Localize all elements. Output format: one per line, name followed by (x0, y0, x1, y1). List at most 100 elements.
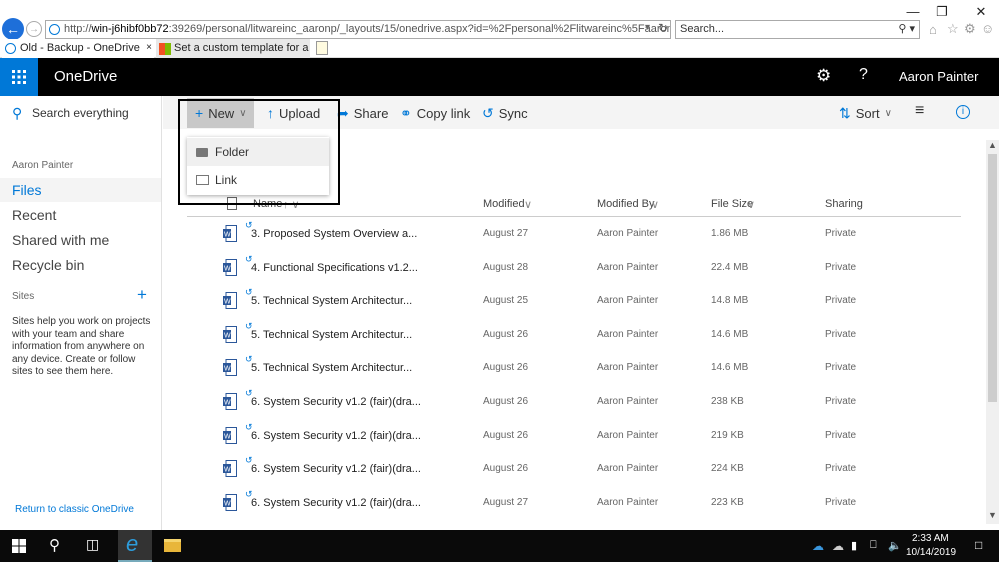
nav-item-files[interactable]: Files (12, 182, 42, 198)
sync-button[interactable]: ↺ Sync (482, 105, 528, 122)
close-window-button[interactable]: ✕ (971, 4, 991, 20)
clock-date[interactable]: 10/14/2019 (906, 547, 956, 558)
file-row[interactable]: W ↺ 6. System Security v1.2 (fair)(dra... A… (187, 453, 961, 486)
file-name[interactable]: 6. System Security v1.2 (fair)(dra... (251, 396, 421, 408)
return-classic-link[interactable]: Return to classic OneDrive (15, 504, 134, 515)
tab-close-icon[interactable]: × (146, 39, 152, 57)
task-view-icon[interactable]: ◫ (86, 536, 99, 553)
view-options-icon[interactable]: ≡ (915, 102, 924, 120)
file-modified-by[interactable]: Aaron Painter (597, 228, 658, 239)
file-row[interactable]: W ↺ 6. System Security v1.2 (fair)(dra... A… (187, 487, 961, 520)
svg-text:W: W (224, 467, 231, 474)
file-size: 224 KB (711, 463, 744, 475)
sort-button[interactable]: ⇅ Sort ∨ (839, 105, 892, 122)
app-launcher-icon[interactable] (0, 58, 38, 96)
file-row[interactable]: W ↺ 5. Technical System Architectur... Augu… (187, 352, 961, 385)
sites-heading: Sites (12, 291, 35, 302)
share-button[interactable]: ➦ Share (337, 105, 388, 122)
file-sharing: Private (825, 429, 857, 441)
scroll-down-icon[interactable]: ▼ (988, 510, 997, 520)
file-modified-by[interactable]: Aaron Painter (597, 262, 658, 273)
sites-description: Sites help you work on projects with you… (12, 316, 151, 377)
file-row[interactable]: W ↺ 3. Proposed System Overview a... August… (187, 218, 961, 251)
file-row[interactable]: W ↺ 4. Functional Specifications v1.2... Au… (187, 252, 961, 285)
file-name[interactable]: 3. Proposed System Overview a... (251, 228, 417, 240)
col-sharing[interactable]: Sharing (825, 198, 863, 210)
notifications-icon[interactable]: □ (975, 538, 982, 552)
home-icon[interactable]: ⌂ (929, 22, 937, 37)
cloud-offline-icon[interactable]: ☁ (832, 539, 844, 553)
back-arrow-icon[interactable]: ← (2, 18, 24, 40)
col-modified-by[interactable]: Modified By (597, 198, 654, 210)
file-row[interactable]: W ↺ 6. System Security v1.2 (fair)(dra... A… (187, 420, 961, 453)
col-modified[interactable]: Modified (483, 198, 525, 210)
file-row[interactable]: W ↺ 5. Technical System Architectur... Augu… (187, 285, 961, 318)
search-icon[interactable]: ⚲ (49, 536, 60, 554)
chevron-down-icon: ∨ (884, 108, 892, 119)
refresh-icon[interactable]: ↻ (658, 21, 668, 35)
file-name[interactable]: 4. Functional Specifications v1.2... (251, 262, 418, 274)
onedrive-cloud-icon[interactable]: ☁ (812, 539, 824, 553)
add-site-icon[interactable]: + (137, 285, 147, 305)
word-document-icon: W (223, 225, 237, 242)
forward-arrow-icon[interactable]: → (26, 21, 42, 37)
chevron-down-icon: ∨ (651, 199, 660, 211)
help-icon[interactable]: ? (859, 66, 868, 84)
feedback-smiley-icon[interactable]: ☺ (981, 21, 994, 36)
file-row[interactable]: W ↺ 6. System Security v1.2 (fair)(dra... A… (187, 386, 961, 419)
file-size: 14.6 MB (711, 362, 749, 374)
tab-custom-template[interactable]: Set a custom template for a Sh... (156, 39, 310, 58)
nav-item-recent[interactable]: Recent (12, 207, 56, 223)
browser-search-input[interactable]: Search... ⚲ ▾ (675, 20, 920, 39)
scroll-up-icon[interactable]: ▲ (988, 140, 997, 150)
settings-gear-icon[interactable]: ⚙ (816, 66, 831, 86)
word-document-icon: W (223, 292, 237, 310)
copy-link-button[interactable]: ⚭ Copy link (400, 105, 470, 122)
nav-item-shared[interactable]: Shared with me (12, 232, 109, 248)
user-name[interactable]: Aaron Painter (899, 69, 979, 84)
word-document-icon: W (223, 493, 237, 511)
file-modified-by[interactable]: Aaron Painter (597, 463, 658, 474)
settings-gear-icon[interactable]: ⚙ (964, 21, 976, 37)
file-row[interactable]: W ↺ 5. Technical System Architectur... Augu… (187, 319, 961, 352)
battery-icon[interactable]: ▮ (851, 539, 857, 552)
file-name[interactable]: 5. Technical System Architectur... (251, 329, 412, 341)
file-name[interactable]: 5. Technical System Architectur... (251, 295, 412, 307)
nav-item-recycle-bin[interactable]: Recycle bin (12, 257, 84, 273)
tab-onedrive[interactable]: Old - Backup - OneDrive × (2, 39, 154, 58)
file-modified-by[interactable]: Aaron Painter (597, 295, 658, 306)
file-name[interactable]: 5. Technical System Architectur... (251, 362, 412, 374)
file-modified-by[interactable]: Aaron Painter (597, 497, 658, 508)
file-sharing: Private (825, 396, 857, 407)
file-modified: August 27 (483, 496, 529, 508)
file-modified-by[interactable]: Aaron Painter (597, 396, 658, 407)
search-icon[interactable]: ⚲ ▾ (898, 21, 915, 38)
file-name[interactable]: 6. System Security v1.2 (fair)(dra... (251, 463, 421, 475)
dropdown-icon[interactable]: ▾ (645, 22, 650, 33)
volume-icon[interactable]: 🔈 (888, 539, 902, 552)
file-modified-by[interactable]: Aaron Painter (597, 329, 658, 340)
file-name[interactable]: 6. System Security v1.2 (fair)(dra... (251, 430, 421, 442)
favorites-star-icon[interactable]: ☆ (947, 21, 959, 37)
annotation-highlight-box (178, 99, 340, 205)
windows-start-icon[interactable] (12, 539, 26, 553)
file-modified-by[interactable]: Aaron Painter (597, 430, 658, 441)
new-tab-icon[interactable] (316, 41, 328, 55)
info-icon[interactable]: i (956, 105, 970, 119)
app-title[interactable]: OneDrive (54, 68, 117, 85)
network-icon[interactable]: ⎕ (870, 539, 877, 552)
file-explorer-icon[interactable] (164, 539, 181, 552)
word-document-icon: W (223, 359, 237, 377)
file-modified: August 26 (483, 362, 529, 374)
minimize-button[interactable]: — (903, 4, 923, 19)
restore-button[interactable]: ❐ (932, 4, 952, 20)
search-everything-box[interactable]: Search everything (32, 106, 129, 120)
address-bar[interactable]: http://win-j6hibf0bb72:39269/personal/li… (45, 20, 671, 39)
file-name[interactable]: 6. System Security v1.2 (fair)(dra... (251, 497, 421, 509)
scroll-thumb[interactable] (988, 154, 997, 402)
taskbar-ie-button[interactable]: e (118, 530, 152, 562)
internet-explorer-icon: e (126, 531, 139, 556)
clock-time[interactable]: 2:33 AM (912, 533, 949, 544)
file-modified-by[interactable]: Aaron Painter (597, 362, 658, 373)
vertical-scrollbar[interactable]: ▲ ▼ (986, 140, 999, 524)
